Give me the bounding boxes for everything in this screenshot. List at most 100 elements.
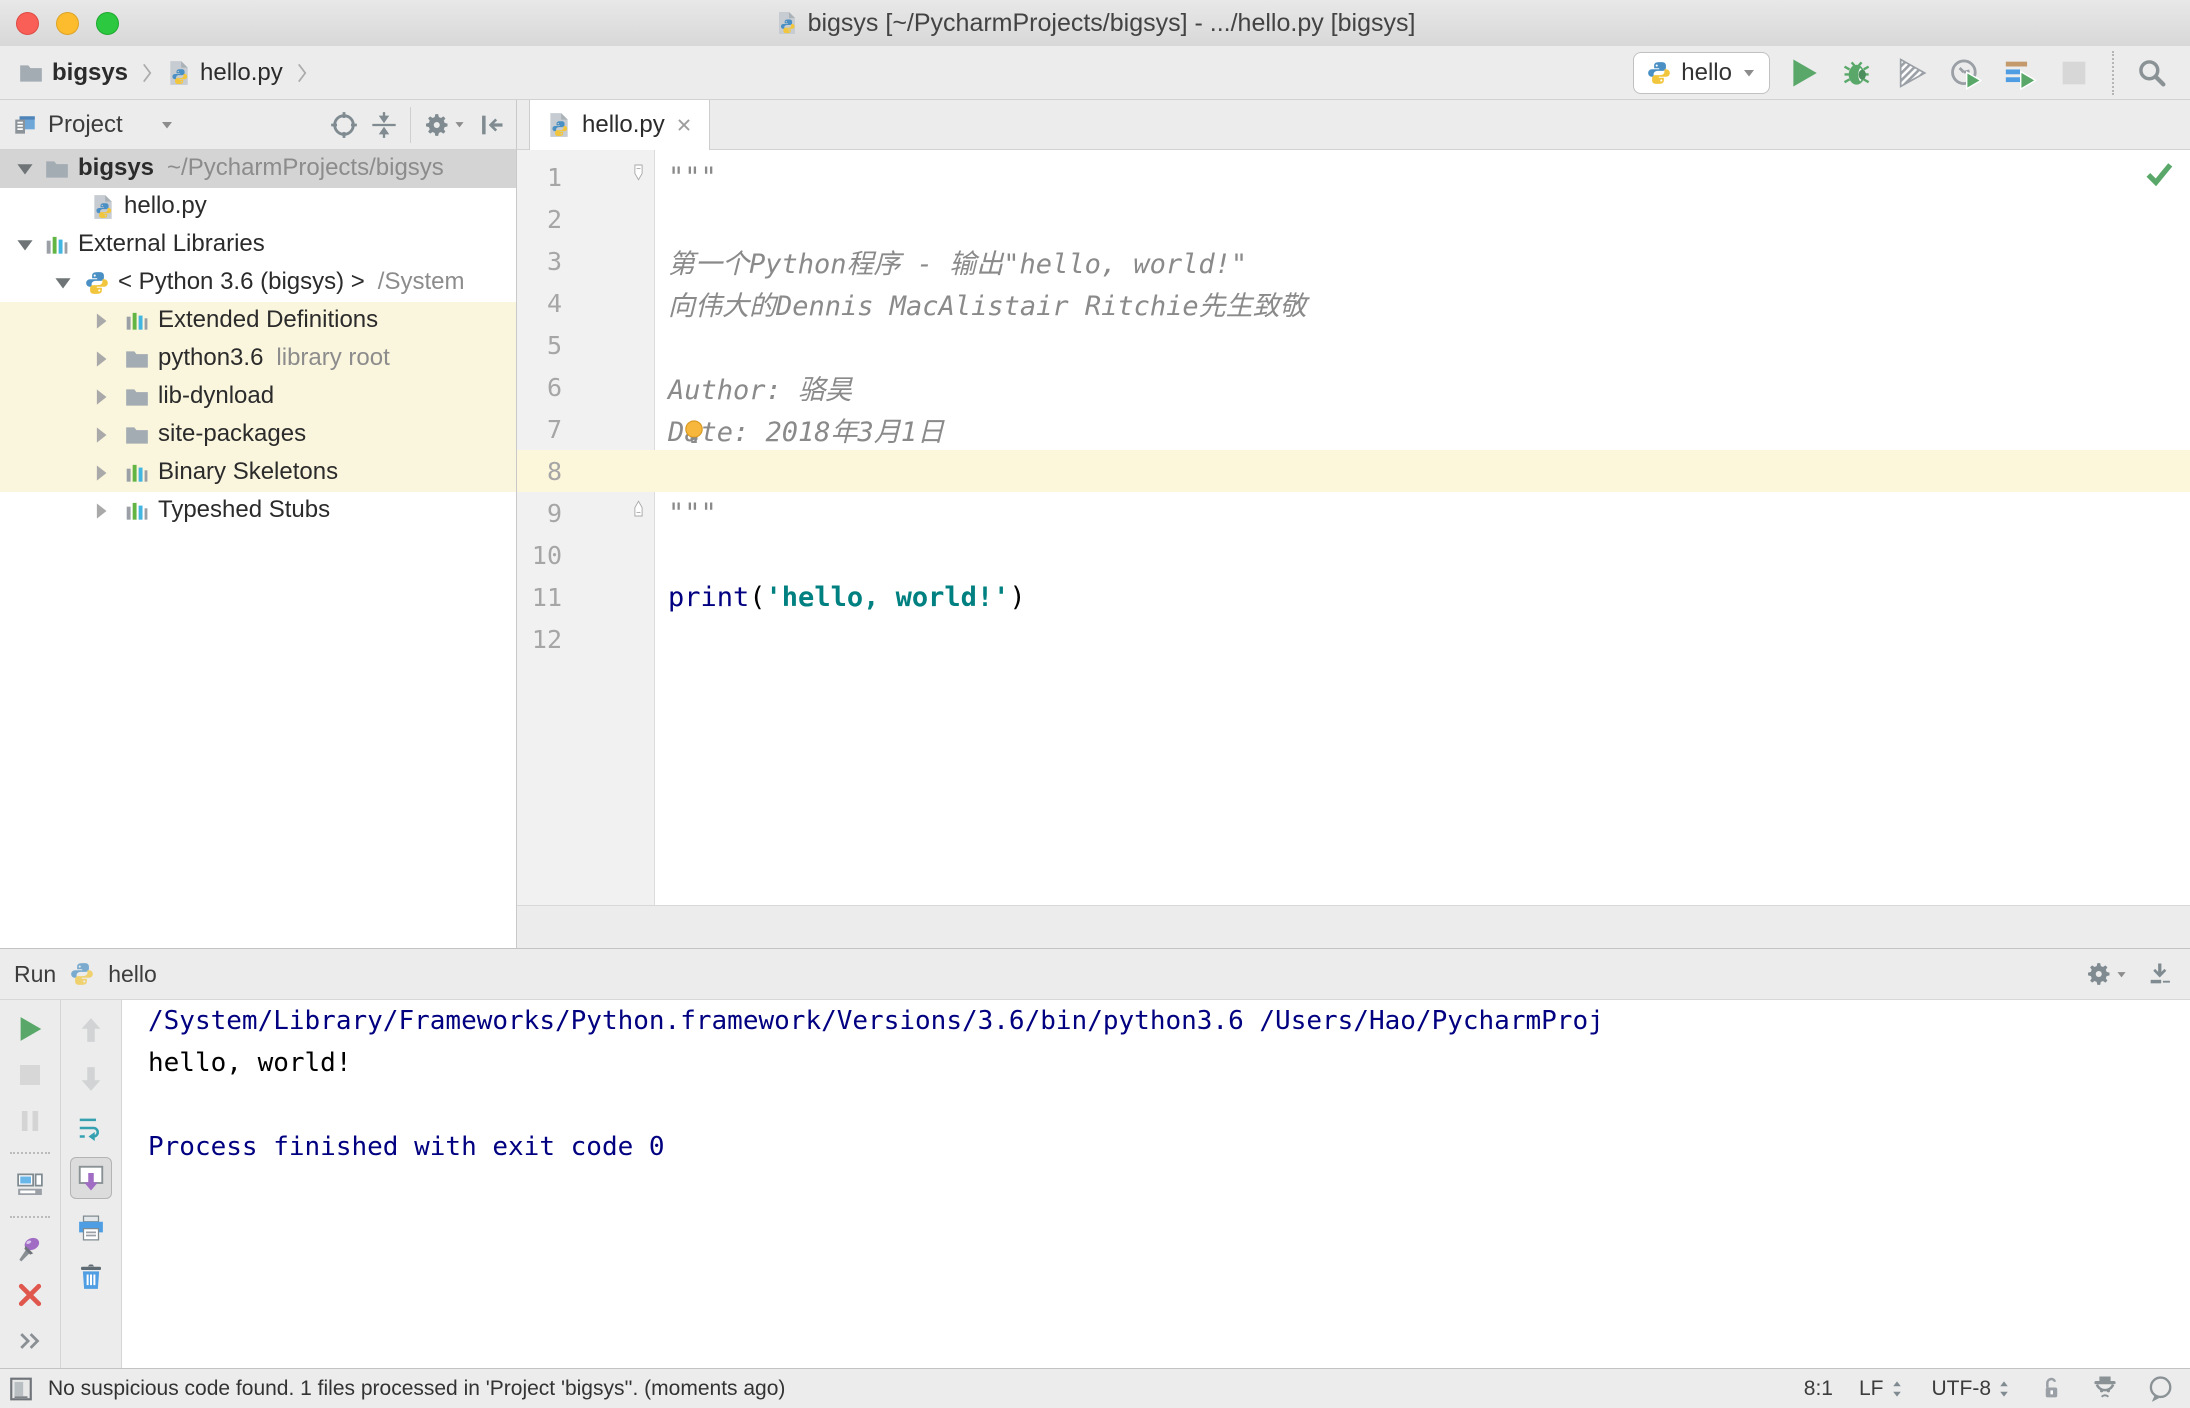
intention-bulb-icon[interactable] [680,418,708,446]
editor-line-5[interactable]: 5 [517,324,2190,366]
line-number: 7 [546,414,562,444]
fold-end-icon[interactable] [630,500,647,517]
soft-wrap-button[interactable] [71,1108,111,1148]
editor-line-8[interactable]: 8 [517,450,2190,492]
minimize-window-button[interactable] [56,11,79,35]
project-view-select[interactable]: Project [0,111,175,139]
tree-item-python3-6[interactable]: python3.6 library root [0,340,516,378]
code-text: 向伟大的Dennis MacAlistair Ritchie先生致敬 [668,284,1307,323]
code-segment: """ [668,497,717,529]
titlebar: bigsys [~/PycharmProjects/bigsys] - .../… [0,0,2190,47]
run-toolbar-console [61,1000,122,1368]
tree-item-typeshed-stubs[interactable]: Typeshed Stubs [0,492,516,530]
tree-expanded-icon[interactable] [14,158,36,180]
tree-item-binary-skeletons[interactable]: Binary Skeletons [0,454,516,492]
more-icon [15,1326,45,1356]
fold-gutter [562,492,655,534]
close-window-button[interactable] [16,11,39,35]
tree-expanded-icon[interactable] [52,272,74,294]
close-tab-button[interactable] [10,1276,50,1313]
editor-line-7[interactable]: 7 Date: 2018年3月1日 [517,408,2190,450]
event-log-bubble-icon[interactable] [2146,1375,2174,1403]
run-console[interactable]: /System/Library/Frameworks/Python.framew… [122,1000,2190,1368]
tree-item-label: lib-dynload [158,382,275,409]
chevron-down-icon [159,117,175,133]
scroll-to-end-button[interactable] [70,1157,112,1199]
editor-line-3[interactable]: 3 第一个Python程序 - 输出"hello, world!" [517,240,2190,282]
python-file-icon [775,11,799,35]
project-panel-actions [330,106,516,143]
run-settings-button[interactable] [2085,960,2128,988]
project-view-icon [12,112,38,138]
line-separator-widget[interactable]: LF [1859,1377,1906,1401]
tree-item-bigsys[interactable]: bigsys ~/PycharmProjects/bigsys [0,150,516,188]
tree-expanded-icon[interactable] [14,234,36,256]
tree-item-label: < Python 3.6 (bigsys) >/System [118,268,465,295]
concurrency-diagram-button[interactable] [2000,53,2040,93]
code-text: Author: 骆昊 [668,368,852,407]
lock-open-icon[interactable] [2039,1376,2064,1401]
tree-item-hello-py[interactable]: hello.py [0,188,516,226]
select-opened-file-button[interactable] [330,111,358,139]
restore-layout-button[interactable] [10,1166,50,1203]
line-number: 3 [546,246,562,276]
tree-item--python-3-6-bigsys-[interactable]: < Python 3.6 (bigsys) >/System [0,264,516,302]
python-file-icon [90,194,116,220]
run-config-select[interactable]: hello [1633,51,1770,94]
line-number: 2 [546,204,562,234]
tree-item-site-packages[interactable]: site-packages [0,416,516,454]
zoom-window-button[interactable] [96,11,119,35]
rerun-button[interactable] [10,1010,50,1047]
editor-line-12[interactable]: 12 [517,618,2190,660]
editor-line-1[interactable]: 1 """ [517,156,2190,198]
code-text: """ [668,162,717,193]
pin-tab-button[interactable] [10,1230,50,1267]
clear-console-button[interactable] [71,1257,111,1297]
breadcrumb-item-bigsys[interactable]: bigsys [18,59,128,87]
tree-collapsed-icon[interactable] [90,500,112,522]
hide-run-panel-button[interactable] [2146,960,2174,988]
editor-hscrollbar-track[interactable] [517,905,2190,948]
debug-button[interactable] [1838,53,1878,93]
editor-line-6[interactable]: 6 Author: 骆昊 [517,366,2190,408]
search-everywhere-button[interactable] [2132,53,2172,93]
tree-collapsed-icon[interactable] [90,386,112,408]
python-icon [69,961,95,987]
tree-item-extended-definitions[interactable]: Extended Definitions [0,302,516,340]
hector-inspector-icon[interactable] [2090,1374,2120,1404]
inspection-ok-icon[interactable] [2144,158,2174,188]
toolbar-separator [2112,50,2114,95]
toolwindow-toggle-icon[interactable] [8,1376,34,1402]
more-actions-button[interactable] [10,1322,50,1359]
folder-icon [124,422,150,448]
tree-collapsed-icon[interactable] [90,424,112,446]
run-icon [1787,56,1821,90]
profiler-button[interactable] [1946,53,1986,93]
tree-collapsed-icon[interactable] [90,310,112,332]
editor-line-11[interactable]: 11 print('hello, world!') [517,576,2190,618]
print-console-button[interactable] [71,1208,111,1248]
fold-start-icon[interactable] [630,164,647,181]
caret-position-widget[interactable]: 8:1 [1804,1377,1833,1401]
hide-panel-button[interactable] [478,111,506,139]
console-line: Process finished with exit code 0 [148,1132,665,1162]
code-editor[interactable]: 1 """ 2 3 第一个Python程序 - 输出"hello, world!" 4 向伟… [517,150,2190,905]
collapse-all-button[interactable] [370,111,398,139]
run-button[interactable] [1784,53,1824,93]
breadcrumb-item-hellopy[interactable]: hello.py [166,59,283,87]
run-with-coverage-button[interactable] [1892,53,1932,93]
editor-line-4[interactable]: 4 向伟大的Dennis MacAlistair Ritchie先生致敬 [517,282,2190,324]
close-tab-icon[interactable] [675,116,693,134]
coverage-icon [1895,56,1929,90]
tree-collapsed-icon[interactable] [90,462,112,484]
tab-hello-py[interactable]: hello.py [529,100,710,150]
editor-line-9[interactable]: 9 """ [517,492,2190,534]
encoding-widget[interactable]: UTF-8 [1932,1377,2014,1401]
settings-button[interactable] [423,111,466,139]
tree-item-lib-dynload[interactable]: lib-dynload [0,378,516,416]
rerun-icon [15,1014,45,1044]
editor-line-2[interactable]: 2 [517,198,2190,240]
tree-item-external-libraries[interactable]: External Libraries [0,226,516,264]
editor-line-10[interactable]: 10 [517,534,2190,576]
tree-collapsed-icon[interactable] [90,348,112,370]
